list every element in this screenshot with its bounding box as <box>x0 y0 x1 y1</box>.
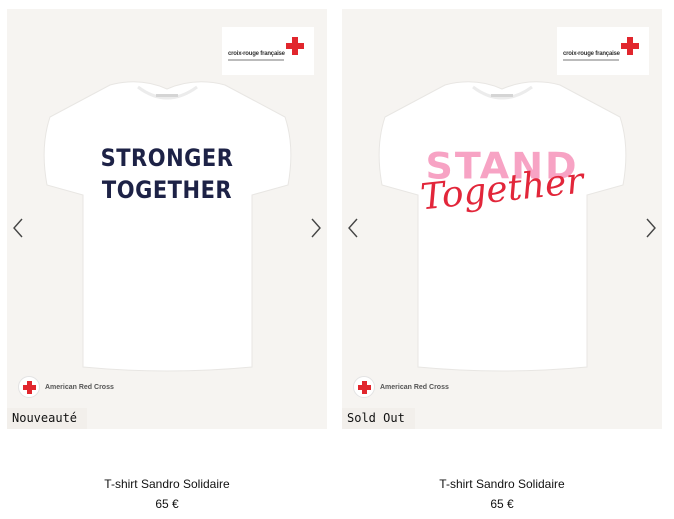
product-price: 65 € <box>155 497 179 511</box>
red-cross-icon <box>18 376 40 398</box>
partner-logo-subline <box>563 59 619 61</box>
chevron-right-icon[interactable] <box>309 216 323 240</box>
tshirt-image <box>43 81 292 372</box>
product-name[interactable]: T-shirt Sandro Solidaire <box>342 477 662 491</box>
chevron-left-icon[interactable] <box>11 216 25 240</box>
partner-logo-text: croix-rouge française <box>228 51 285 57</box>
tshirt-image <box>378 81 627 372</box>
red-cross-icon <box>353 376 375 398</box>
shirt-print-line-2: TOGETHER <box>101 176 233 204</box>
red-cross-icon <box>621 37 639 55</box>
status-badge: Nouveauté <box>7 408 88 429</box>
status-badge: Sold Out <box>342 408 415 429</box>
charity-badge: American Red Cross <box>353 376 449 398</box>
product-image[interactable]: croix-rouge française STRONGER TOGETHER … <box>7 9 327 429</box>
shirt-print-line-1: STRONGER <box>100 144 234 172</box>
chevron-right-icon[interactable] <box>644 216 658 240</box>
product-image[interactable]: croix-rouge française STAND Together Ame… <box>342 9 662 429</box>
product-price: 65 € <box>490 497 514 511</box>
charity-label: American Red Cross <box>45 383 114 391</box>
partner-logo: croix-rouge française <box>222 27 314 75</box>
partner-logo-text: croix-rouge française <box>563 51 620 57</box>
charity-label: American Red Cross <box>380 383 449 391</box>
product-card[interactable]: croix-rouge française STRONGER TOGETHER … <box>7 9 327 519</box>
product-name[interactable]: T-shirt Sandro Solidaire <box>7 477 327 491</box>
charity-badge: American Red Cross <box>18 376 114 398</box>
partner-logo-subline <box>228 59 284 61</box>
product-card[interactable]: croix-rouge française STAND Together Ame… <box>342 9 662 519</box>
partner-logo: croix-rouge française <box>557 27 649 75</box>
chevron-left-icon[interactable] <box>346 216 360 240</box>
red-cross-icon <box>286 37 304 55</box>
